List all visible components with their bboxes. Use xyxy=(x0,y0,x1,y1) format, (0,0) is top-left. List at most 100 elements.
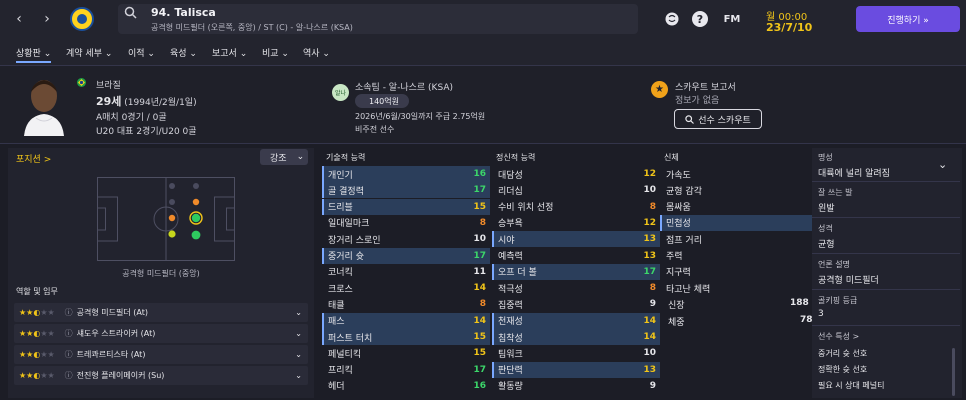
player-traits-link[interactable]: 선수 특성 > xyxy=(818,331,859,342)
preferred-foot-value: 왼발 xyxy=(818,204,835,214)
club-badge-icon[interactable] xyxy=(70,7,94,31)
attribute-value: 9 xyxy=(649,299,656,310)
fame-value: 대륙에 널리 알려짐 xyxy=(818,169,890,179)
attribute-name: 페널티킥 xyxy=(328,349,362,360)
attribute-name: 리더십 xyxy=(498,186,523,197)
attribute-row[interactable]: 활동량 9 xyxy=(492,378,660,394)
attribute-row[interactable]: 대담성 12 xyxy=(492,166,660,182)
highlight-marker xyxy=(492,231,494,248)
chevron-down-icon[interactable]: ⌄ xyxy=(938,158,947,171)
chevron-down-icon[interactable]: ⌄ xyxy=(295,308,302,317)
player-birthdate: (1994년/2월/1일) xyxy=(121,98,197,108)
tab-overview[interactable]: 상황판 ⌄ xyxy=(16,46,52,63)
attribute-row[interactable]: 주력14 xyxy=(660,248,830,264)
role-row[interactable]: ★★◐★★ ⓘ 트레콰르티스타 (At) ⌄ xyxy=(14,345,308,364)
role-rating-stars: ★★◐★★ xyxy=(19,308,55,317)
forward-button[interactable]: › xyxy=(36,8,58,30)
scout-player-button[interactable]: 선수 스카우트 xyxy=(674,109,762,129)
brain-icon[interactable] xyxy=(662,9,682,29)
chevron-down-icon[interactable]: ⌄ xyxy=(295,329,302,338)
attribute-row[interactable]: 팀워크 10 xyxy=(492,345,660,361)
club-badge-icon[interactable]: 알나 xyxy=(332,84,349,101)
attribute-name: 집중력 xyxy=(498,300,523,311)
club-name[interactable]: 소속팀 - 알-나스르 (KSA) xyxy=(355,80,453,93)
attribute-row[interactable]: 천재성 14 xyxy=(492,312,660,329)
attribute-row[interactable]: 골 결정력 17 xyxy=(322,182,490,199)
tab-reports[interactable]: 보고서 ⌄ xyxy=(212,46,247,59)
attribute-row[interactable]: 점프 거리15 xyxy=(660,231,830,247)
attribute-name: 몸싸움 xyxy=(666,203,691,214)
attribute-row[interactable]: 적극성 8 xyxy=(492,280,660,296)
attribute-row[interactable]: 리더십 10 xyxy=(492,182,660,198)
tab-contract[interactable]: 계약 세부 ⌄ xyxy=(66,46,112,59)
attribute-row[interactable]: 일대일마크 8 xyxy=(322,215,490,231)
attribute-row[interactable]: 몸싸움15 xyxy=(660,199,830,215)
fm-logo-icon[interactable]: FM xyxy=(722,9,742,29)
player-nation[interactable]: 브라질 xyxy=(96,78,121,91)
attribute-row[interactable]: 장거리 스로인 10 xyxy=(322,231,490,247)
attribute-row[interactable]: 균형 감각15 xyxy=(660,182,830,198)
role-row[interactable]: ★★◐★★ ⓘ 공격형 미드필더 (At) ⌄ xyxy=(14,303,308,322)
highlight-marker xyxy=(492,361,494,378)
info-icon[interactable]: ⓘ xyxy=(65,328,73,339)
info-icon[interactable]: ⓘ xyxy=(65,370,73,381)
attribute-row[interactable]: 퍼스트 터치 15 xyxy=(322,329,490,345)
tab-compare[interactable]: 비교 ⌄ xyxy=(262,46,289,59)
attribute-row[interactable]: 프리킥 17 xyxy=(322,362,490,378)
player-age: 29세 xyxy=(96,95,122,108)
attribute-row[interactable]: 판단력 13 xyxy=(492,361,660,378)
attribute-row[interactable]: 크로스 14 xyxy=(322,280,490,296)
divider xyxy=(812,181,960,182)
attribute-row[interactable]: 중거리 슛 17 xyxy=(322,247,490,264)
attribute-row[interactable]: 집중력 9 xyxy=(492,296,660,312)
attribute-row[interactable]: 패스 14 xyxy=(322,312,490,329)
attribute-row[interactable]: 가속도12 xyxy=(660,166,830,182)
attribute-row[interactable]: 타고난 체력15 xyxy=(660,280,830,296)
role-row[interactable]: ★★◐★★ ⓘ 섀도우 스트라이커 (At) ⌄ xyxy=(14,324,308,343)
attribute-name: 주력 xyxy=(666,252,683,262)
attribute-row[interactable]: 지구력13 xyxy=(660,264,830,280)
attribute-row[interactable]: 태클 8 xyxy=(322,296,490,312)
role-rating-stars: ★★◐★★ xyxy=(19,371,55,380)
scrollbar[interactable] xyxy=(952,348,955,396)
attribute-value: 13 xyxy=(643,364,656,375)
attribute-row[interactable]: 페널티킥 15 xyxy=(322,345,490,361)
attribute-row[interactable]: 오프 더 볼 17 xyxy=(492,263,660,280)
attribute-value: 13 xyxy=(643,250,656,261)
attribute-row[interactable]: 헤더 16 xyxy=(322,378,490,394)
attribute-row[interactable]: 드리블 15 xyxy=(322,198,490,215)
scout-report-title[interactable]: 스카우트 보고서 xyxy=(675,80,736,93)
chevron-down-icon[interactable]: ⌄ xyxy=(295,350,302,359)
player-title: 94. Talisca xyxy=(151,6,216,19)
back-button[interactable]: ‹ xyxy=(8,8,30,30)
a-caps: A매치 0경기 / 0골 xyxy=(96,113,167,123)
height-label: 신장 xyxy=(668,301,685,311)
search-icon[interactable] xyxy=(124,6,137,22)
attribute-row[interactable]: 코너킥 11 xyxy=(322,264,490,280)
attribute-row[interactable]: 침착성 14 xyxy=(492,329,660,345)
attribute-name: 승부욕 xyxy=(498,219,523,230)
attribute-name: 중거리 슛 xyxy=(328,252,364,262)
attribute-name: 점프 거리 xyxy=(666,235,702,246)
attribute-row[interactable]: 시야 13 xyxy=(492,231,660,248)
attribute-row[interactable]: 민첩성13 xyxy=(660,214,830,231)
help-icon[interactable]: ? xyxy=(692,11,708,27)
star-icon: ★ xyxy=(651,81,668,98)
player-value: 140억원 xyxy=(355,94,409,108)
attribute-row[interactable]: 승부욕 12 xyxy=(492,215,660,231)
role-row[interactable]: ★★◐★★ ⓘ 전진형 플레이메이커 (Su) ⌄ xyxy=(14,366,308,385)
attribute-row[interactable]: 수비 위치 선정 8 xyxy=(492,199,660,215)
attribute-name: 헤더 xyxy=(328,382,345,393)
chevron-down-icon[interactable]: ⌄ xyxy=(295,371,302,380)
attribute-row[interactable]: 예측력 13 xyxy=(492,248,660,264)
tab-development[interactable]: 육성 ⌄ xyxy=(170,46,197,59)
attribute-value: 17 xyxy=(473,185,486,196)
continue-button[interactable]: 진행하기 » xyxy=(856,6,960,32)
positions-link[interactable]: 포지션 > xyxy=(16,152,51,165)
info-icon[interactable]: ⓘ xyxy=(65,349,73,360)
info-icon[interactable]: ⓘ xyxy=(65,307,73,318)
attribute-row[interactable]: 개인기 16 xyxy=(322,166,490,182)
highlight-dropdown[interactable]: 강조 ⌄ xyxy=(260,149,308,165)
tab-history[interactable]: 역사 ⌄ xyxy=(303,46,330,59)
tab-transfer[interactable]: 이적 ⌄ xyxy=(128,46,155,59)
